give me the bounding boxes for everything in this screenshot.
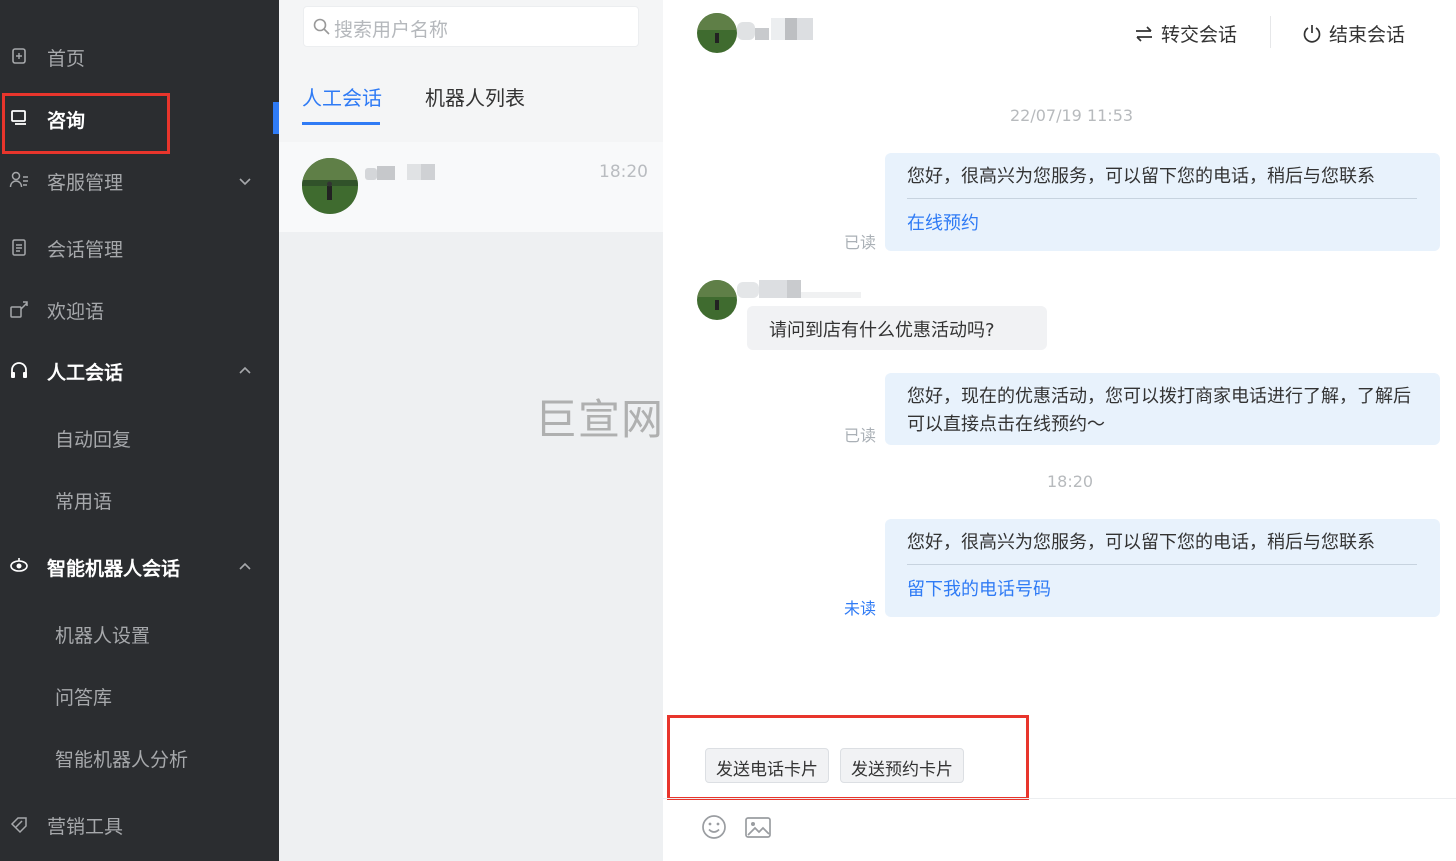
tabs-bar: 人工会话 机器人列表 xyxy=(279,62,663,142)
highlight-box xyxy=(667,715,1029,800)
headset-icon xyxy=(11,362,27,378)
sidebar-item-label: 问答库 xyxy=(55,687,113,709)
message-divider xyxy=(907,564,1417,565)
sidebar-item-home[interactable]: 首页 xyxy=(0,31,279,81)
blurred-user-name xyxy=(737,280,861,298)
avatar xyxy=(302,158,358,214)
sidebar-item-auto-reply[interactable]: 自动回复 xyxy=(0,412,279,462)
message-text: 您好，很高兴为您服务，可以留下您的电话，稍后与您联系 xyxy=(907,532,1375,553)
message-text: 您好，很高兴为您服务，可以留下您的电话，稍后与您联系 xyxy=(907,166,1375,187)
sidebar-item-manual-chat[interactable]: 人工会话 xyxy=(0,345,279,395)
home-icon xyxy=(12,48,26,64)
user-manage-icon xyxy=(9,171,28,188)
sidebar-item-welcome[interactable]: 欢迎语 xyxy=(0,284,279,334)
message-bubble-outgoing: 您好，很高兴为您服务，可以留下您的电话，稍后与您联系 在线预约 xyxy=(885,153,1440,251)
avatar xyxy=(697,13,737,53)
tab-manual-chat[interactable]: 人工会话 xyxy=(302,82,382,111)
sidebar-item-label: 机器人设置 xyxy=(55,625,151,647)
sidebar-item-label: 智能机器人会话 xyxy=(47,558,181,580)
marketing-icon xyxy=(10,817,27,834)
message-divider xyxy=(907,198,1417,199)
sidebar-item-robot-chat[interactable]: 智能机器人会话 xyxy=(0,541,279,591)
sidebar-item-label: 欢迎语 xyxy=(47,301,105,323)
handshake-icon xyxy=(10,301,28,318)
transfer-chat-label: 转交会话 xyxy=(1161,24,1238,46)
sidebar: 首页 咨询 客服管理 会话管理 欢迎语 人工会话 自动回复 常用语 智能机器人会… xyxy=(0,0,279,861)
message-bubble-outgoing: 您好，现在的优惠活动，您可以拨打商家电话进行了解，了解后可以直接点击在线预约～ xyxy=(885,373,1440,445)
sidebar-item-label: 常用语 xyxy=(55,491,113,513)
sidebar-item-label: 首页 xyxy=(47,48,86,70)
transfer-chat-button[interactable]: 转交会话 xyxy=(1133,20,1237,47)
transfer-icon xyxy=(1136,25,1152,42)
end-chat-label: 结束会话 xyxy=(1329,24,1406,46)
list-empty-area xyxy=(279,232,663,861)
input-divider xyxy=(663,798,1456,799)
sidebar-item-qa-library[interactable]: 问答库 xyxy=(0,670,279,720)
search-icon xyxy=(313,18,330,35)
message-timestamp: 18:20 xyxy=(1047,472,1094,491)
chevron-up-icon xyxy=(239,562,251,570)
sidebar-item-label: 营销工具 xyxy=(47,816,124,838)
leave-phone-link[interactable]: 留下我的电话号码 xyxy=(907,575,1051,601)
header-divider xyxy=(1270,16,1271,48)
emoji-icon[interactable] xyxy=(700,813,728,841)
read-status: 已读 xyxy=(844,426,877,445)
chat-panel: 转交会话 结束会话 22/07/19 11:53 已读 您好，很高兴为您服务，可… xyxy=(663,0,1456,861)
highlight-box xyxy=(2,93,170,154)
tab-robot-list[interactable]: 机器人列表 xyxy=(425,82,525,111)
conversation-time: 18:20 xyxy=(599,162,648,182)
robot-icon xyxy=(10,558,28,572)
message-text: 请问到店有什么优惠活动吗? xyxy=(769,320,995,341)
image-icon[interactable] xyxy=(744,813,772,841)
sidebar-item-robot-settings[interactable]: 机器人设置 xyxy=(0,608,279,658)
message-bubble-incoming: 请问到店有什么优惠活动吗? xyxy=(747,306,1047,350)
sidebar-item-label: 人工会话 xyxy=(47,362,124,384)
blurred-user-name xyxy=(365,164,435,180)
sidebar-item-label: 会话管理 xyxy=(47,239,124,261)
sidebar-item-session-manage[interactable]: 会话管理 xyxy=(0,222,279,272)
sidebar-item-common-phrases[interactable]: 常用语 xyxy=(0,474,279,524)
avatar xyxy=(697,280,737,320)
search-input[interactable]: 搜索用户名称 xyxy=(303,6,639,47)
message-timestamp: 22/07/19 11:53 xyxy=(1010,106,1134,125)
sidebar-item-marketing[interactable]: 营销工具 xyxy=(0,799,279,849)
list-item[interactable]: 18:20 xyxy=(279,142,663,232)
search-placeholder: 搜索用户名称 xyxy=(334,19,449,41)
online-booking-link[interactable]: 在线预约 xyxy=(907,209,979,235)
power-icon xyxy=(1303,24,1321,43)
sidebar-item-service-manage[interactable]: 客服管理 xyxy=(0,155,279,205)
sidebar-item-label: 智能机器人分析 xyxy=(55,749,189,771)
message-text: 您好，现在的优惠活动，您可以拨打商家电话进行了解，了解后可以直接点击在线预约～ xyxy=(907,386,1411,435)
clipboard-icon xyxy=(12,239,26,256)
blurred-user-name xyxy=(737,18,813,40)
end-chat-button[interactable]: 结束会话 xyxy=(1301,20,1405,47)
chevron-up-icon xyxy=(239,366,251,374)
unread-status: 未读 xyxy=(844,599,877,618)
message-bubble-outgoing: 您好，很高兴为您服务，可以留下您的电话，稍后与您联系 留下我的电话号码 xyxy=(885,519,1440,617)
tab-underline xyxy=(302,122,380,125)
sidebar-item-label: 客服管理 xyxy=(47,172,124,194)
sidebar-item-label: 自动回复 xyxy=(55,429,132,451)
sidebar-item-robot-analysis[interactable]: 智能机器人分析 xyxy=(0,732,279,782)
read-status: 已读 xyxy=(844,233,877,252)
chevron-down-icon xyxy=(239,178,251,186)
